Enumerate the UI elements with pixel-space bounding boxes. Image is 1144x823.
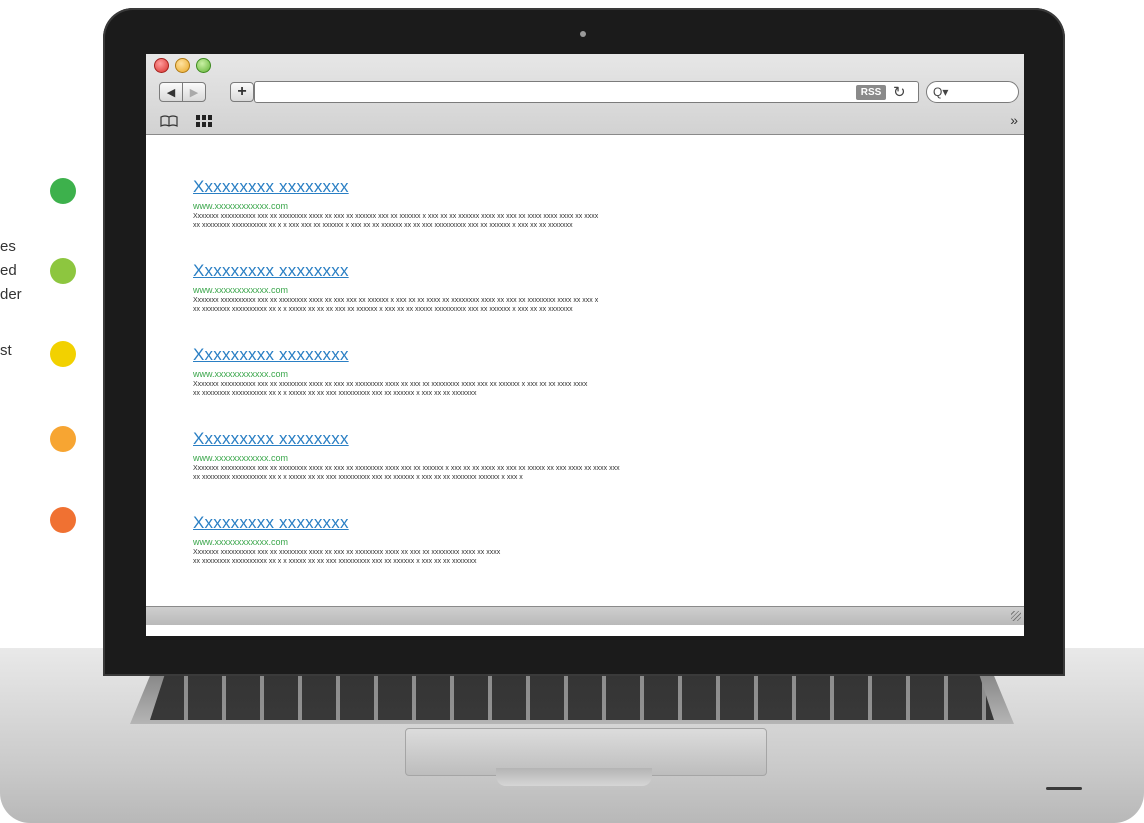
result-title-link[interactable]: Xxxxxxxxx xxxxxxxx — [193, 261, 598, 281]
side-label-1: es — [0, 238, 16, 255]
result-snippet-line: xx xxxxxxxx xxxxxxxxxx xx x x xxxxx xx x… — [193, 306, 573, 313]
sleep-indicator-light — [1046, 787, 1082, 790]
new-tab-button[interactable]: + — [230, 82, 254, 102]
search-field[interactable]: Q▾ — [926, 81, 1019, 103]
forward-arrow-icon: ▶ — [189, 86, 199, 99]
result-snippet-line: Xxxxxxx xxxxxxxxxx xxx xx xxxxxxxx xxxx … — [193, 297, 599, 304]
result-snippet-line: xx xxxxxxxx xxxxxxxxxx xx x x xxx xxx xx… — [193, 222, 573, 229]
close-window-button[interactable] — [154, 58, 169, 73]
search-result: Xxxxxxxxx xxxxxxxx www.xxxxxxxxxxxx.com … — [193, 513, 500, 566]
minimize-window-button[interactable] — [175, 58, 190, 73]
side-label-3: der — [0, 286, 22, 303]
result-snippet-line: Xxxxxxx xxxxxxxxxx xxx xx xxxxxxxx xxxx … — [193, 465, 620, 472]
webcam — [580, 31, 586, 37]
forward-button[interactable]: ▶ — [182, 82, 206, 102]
zoom-window-button[interactable] — [196, 58, 211, 73]
result-url: www.xxxxxxxxxxxx.com — [193, 537, 289, 547]
indicator-dot-yellow — [50, 341, 76, 367]
back-button[interactable]: ◀ — [159, 82, 183, 102]
indicator-dot-red-orange — [50, 507, 76, 533]
result-snippet-line: xx xxxxxxxx xxxxxxxxxx xx x x xxxxx xx x… — [193, 474, 523, 481]
result-url: www.xxxxxxxxxxxx.com — [193, 201, 289, 211]
search-result: Xxxxxxxxx xxxxxxxx www.xxxxxxxxxxxx.com … — [193, 261, 598, 314]
browser-toolbar: ◀ ▶ + RSS ↻ Q▾ » — [146, 54, 1024, 135]
result-snippet-line: Xxxxxxx xxxxxxxxxx xxx xx xxxxxxxx xxxx … — [193, 549, 501, 556]
overflow-chevron-icon[interactable]: » — [1010, 112, 1018, 128]
result-title-link[interactable]: Xxxxxxxxx xxxxxxxx — [193, 513, 500, 533]
indicator-dot-lightgreen — [50, 258, 76, 284]
result-url: www.xxxxxxxxxxxx.com — [193, 453, 289, 463]
browser-window: ◀ ▶ + RSS ↻ Q▾ » Xxxxxxxxx xxxxxxxx www.… — [146, 54, 1024, 636]
indicator-dot-orange — [50, 426, 76, 452]
search-icon: Q▾ — [933, 85, 949, 99]
grid-icon[interactable] — [196, 114, 212, 130]
rss-button[interactable]: RSS — [856, 85, 886, 100]
status-bar — [146, 606, 1024, 625]
result-title-link[interactable]: Xxxxxxxxx xxxxxxxx — [193, 345, 587, 365]
side-label-4: st — [0, 342, 12, 359]
result-title-link[interactable]: Xxxxxxxxx xxxxxxxx — [193, 429, 620, 449]
result-url: www.xxxxxxxxxxxx.com — [193, 285, 289, 295]
search-result: Xxxxxxxxx xxxxxxxx www.xxxxxxxxxxxx.com … — [193, 345, 587, 398]
plus-icon: + — [237, 83, 247, 100]
result-title-link[interactable]: Xxxxxxxxx xxxxxxxx — [193, 177, 598, 197]
reload-icon[interactable]: ↻ — [893, 83, 906, 101]
result-snippet-line: xx xxxxxxxx xxxxxxxxxx xx x x xxxxx xx x… — [193, 390, 477, 397]
indicator-dot-green — [50, 178, 76, 204]
search-result: Xxxxxxxxx xxxxxxxx www.xxxxxxxxxxxx.com … — [193, 177, 598, 230]
back-arrow-icon: ◀ — [166, 86, 176, 99]
result-snippet-line: Xxxxxxx xxxxxxxxxx xxx xx xxxxxxxx xxxx … — [193, 381, 588, 388]
open-book-icon[interactable] — [160, 114, 178, 130]
search-results: Xxxxxxxxx xxxxxxxx www.xxxxxxxxxxxx.com … — [146, 135, 1024, 606]
resize-grip-icon[interactable] — [1011, 611, 1021, 621]
side-label-2: ed — [0, 262, 17, 279]
result-snippet-line: Xxxxxxx xxxxxxxxxx xxx xx xxxxxxxx xxxx … — [193, 213, 599, 220]
address-bar[interactable] — [254, 81, 919, 103]
lid-notch — [496, 768, 652, 786]
result-snippet-line: xx xxxxxxxx xxxxxxxxxx xx x x xxxxx xx x… — [193, 558, 477, 565]
result-url: www.xxxxxxxxxxxx.com — [193, 369, 289, 379]
search-result: Xxxxxxxxx xxxxxxxx www.xxxxxxxxxxxx.com … — [193, 429, 620, 482]
